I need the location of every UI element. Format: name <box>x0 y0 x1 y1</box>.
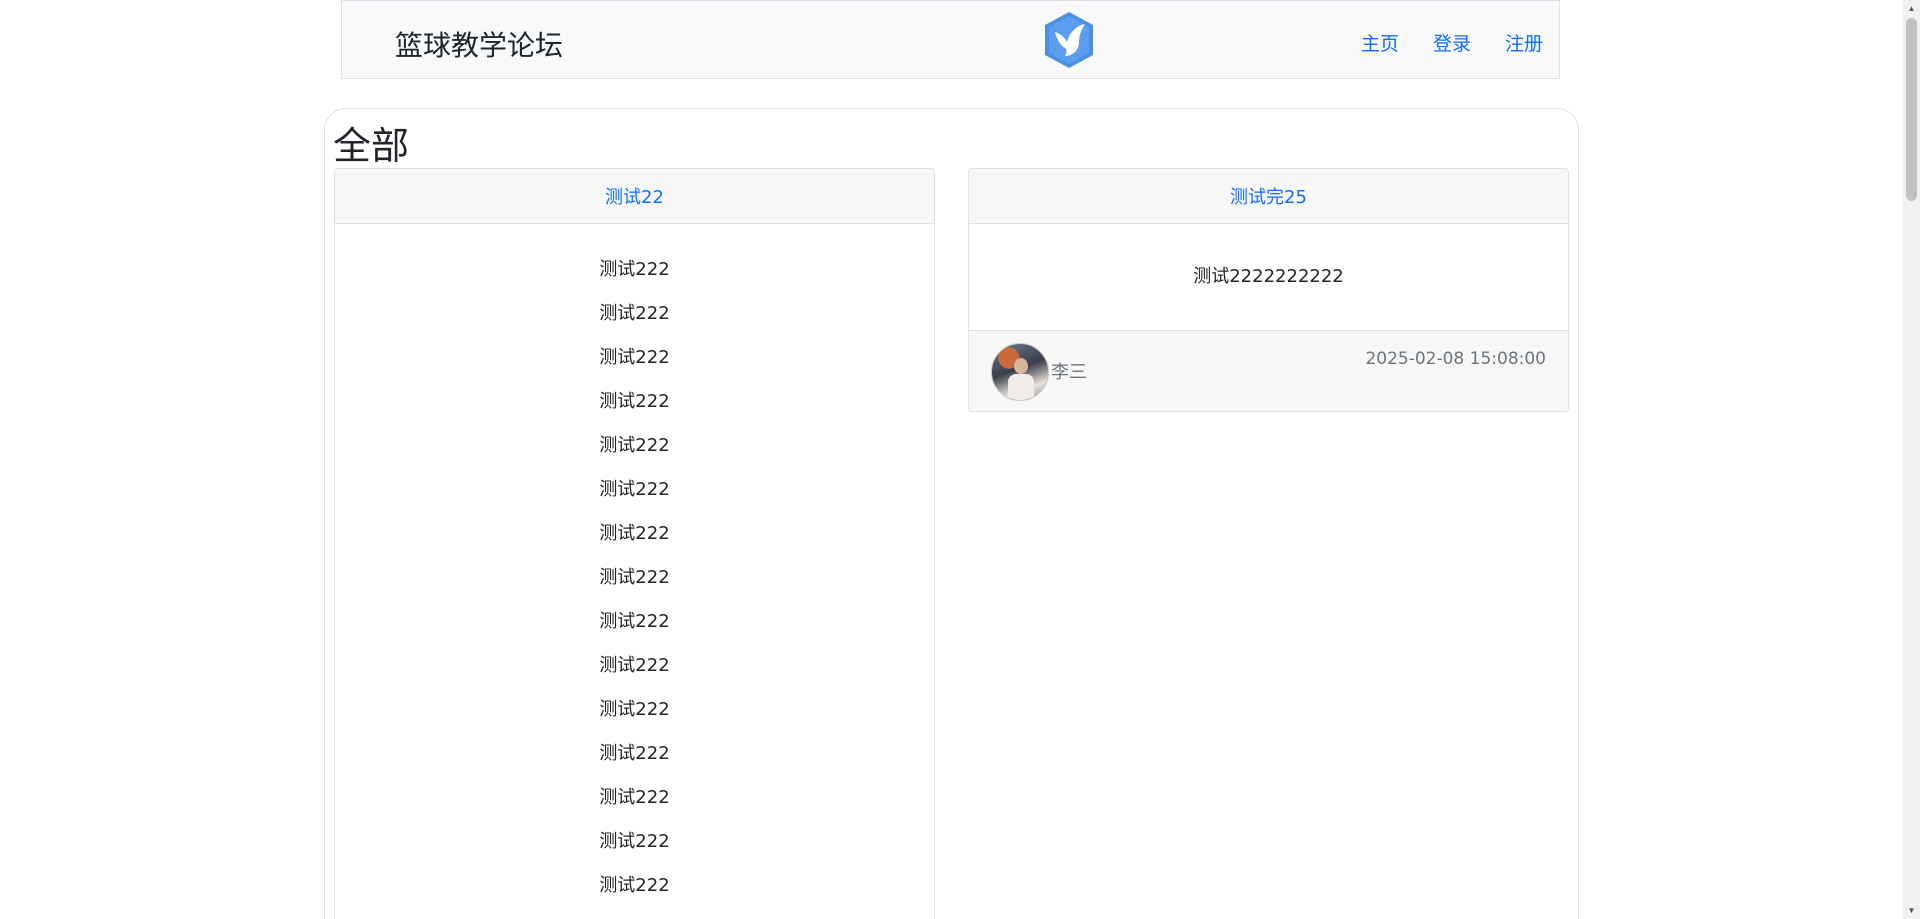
nav-link-login[interactable]: 登录 <box>1433 29 1471 56</box>
post-card-header: 测试完25 <box>969 169 1568 224</box>
page: 篮球教学论坛 主页 登录 注册 全部 测试22 测试222 测试222 测试22… <box>0 0 1920 919</box>
post-content-line: 测试222 <box>599 391 670 412</box>
navbar: 篮球教学论坛 主页 登录 注册 <box>341 0 1560 79</box>
post-content-line: 测试222 <box>599 435 670 456</box>
post-content-line: 测试222 <box>599 347 670 368</box>
nav-links: 主页 登录 注册 <box>1327 29 1543 56</box>
post-content-line: 测试222 <box>599 611 670 632</box>
post-content-line: 测试222 <box>599 655 670 676</box>
author-name[interactable]: 李三 <box>1051 358 1087 384</box>
vertical-scrollbar[interactable]: ▲ ▼ <box>1903 0 1920 919</box>
post-content-line: 测试222 <box>599 303 670 324</box>
post-title-link[interactable]: 测试完25 <box>1230 183 1307 209</box>
post-card-header: 测试22 <box>335 169 934 224</box>
post-content-line: 测试222 <box>599 523 670 544</box>
scroll-thumb[interactable] <box>1906 18 1917 201</box>
post-card-footer: 李三 2025-02-08 15:08:00 <box>969 330 1568 411</box>
post-content-line: 测试222 <box>599 743 670 764</box>
post-content-line: 测试222 <box>599 875 670 896</box>
site-brand[interactable]: 篮球教学论坛 <box>395 24 563 64</box>
post-content-line: 测试222 <box>599 259 670 280</box>
scroll-down-arrow-icon[interactable]: ▼ <box>1903 902 1920 919</box>
bird-logo-icon[interactable] <box>1041 10 1097 70</box>
avatar[interactable] <box>991 343 1049 401</box>
nav-link-register[interactable]: 注册 <box>1505 29 1543 56</box>
post-card: 测试22 测试222 测试222 测试222 测试222 测试222 测试222… <box>334 168 935 919</box>
post-content-line: 测试222 <box>599 787 670 808</box>
post-content: 测试2222222222 <box>1193 266 1344 287</box>
post-content-line: 测试222 <box>599 699 670 720</box>
section-title: 全部 <box>333 124 410 168</box>
post-content-line: 测试222 <box>599 567 670 588</box>
post-card-body: 测试222 测试222 测试222 测试222 测试222 测试222 测试22… <box>335 224 934 908</box>
post-timestamp: 2025-02-08 15:08:00 <box>1365 349 1546 369</box>
post-card: 测试完25 测试2222222222 李三 2025-02-08 15:08:0… <box>968 168 1569 412</box>
post-content-line: 测试222 <box>599 479 670 500</box>
post-title-link[interactable]: 测试22 <box>605 183 664 209</box>
scroll-up-arrow-icon[interactable]: ▲ <box>1903 0 1920 17</box>
post-content-line: 测试222 <box>599 831 670 852</box>
nav-link-home[interactable]: 主页 <box>1361 29 1399 56</box>
post-card-body: 测试2222222222 <box>969 224 1568 330</box>
